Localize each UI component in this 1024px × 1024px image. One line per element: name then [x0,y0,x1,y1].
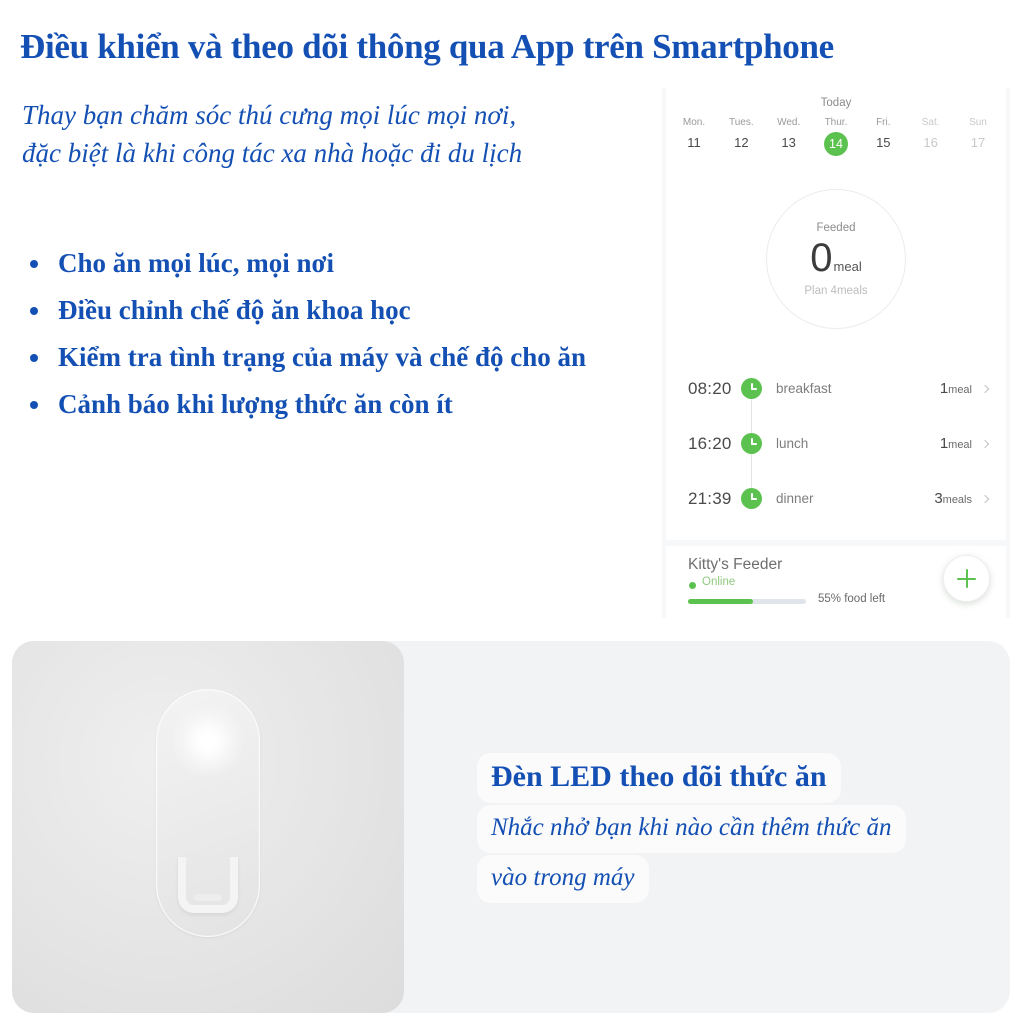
day-number: 12 [734,135,749,150]
food-level-track [688,599,806,604]
schedule-row-dinner[interactable]: 21:39 dinner 3meals [666,471,1006,526]
page-title: Điều khiển và theo dõi thông qua App trê… [20,27,834,66]
clock-icon [741,488,762,509]
schedule-name: dinner [776,491,814,506]
app-screenshot: Today Mon. 11 Tues. 12 Wed. 13 Thur. 14 [662,88,1010,618]
day-name: Tues. [729,117,754,128]
schedule-amount-number: 3 [934,490,943,507]
list-item: Kiểm tra tình trạng của máy và chế độ ch… [22,334,632,381]
schedule-amount: 3meals [934,490,972,507]
list-item: Cảnh báo khi lượng thức ăn còn ít [22,381,632,428]
page-subtitle: Thay bạn chăm sóc thú cưng mọi lúc mọi n… [22,96,642,172]
device-name: Kitty's Feeder [688,556,783,573]
clock-icon [741,433,762,454]
schedule-amount: 1meal [940,380,972,397]
led-subtitle-1: Nhắc nhở bạn khi nào cần thêm thức ăn [477,805,906,853]
calendar-day-fri[interactable]: Fri. 15 [863,116,903,156]
led-subtitle-line-1: Nhắc nhở bạn khi nào cần thêm thức ăn [477,805,997,853]
week-calendar[interactable]: Mon. 11 Tues. 12 Wed. 13 Thur. 14 Fri. 1… [674,116,998,156]
led-light-icon [171,704,245,778]
chevron-right-icon[interactable] [980,494,990,503]
calendar-day-wed[interactable]: Wed. 13 [769,116,809,156]
clock-icon [741,378,762,399]
calendar-day-sat[interactable]: Sat. 16 [911,116,951,156]
schedule-amount-unit: meal [948,384,972,396]
schedule-time: 21:39 [688,488,732,508]
feeded-count: 0 [810,235,833,280]
schedule-amount: 1meal [940,435,972,452]
led-subtitle-line-2: vào trong máy [477,855,997,903]
schedule-amount-number: 1 [939,435,949,452]
schedule-amount-number: 1 [939,380,949,397]
day-name: Thur. [824,117,848,128]
feeded-unit: meal [833,258,862,274]
led-title: Đèn LED theo dõi thức ăn [477,753,841,803]
day-name: Sun [969,117,987,128]
product-photo [12,641,404,1013]
calendar-day-sun[interactable]: Sun 17 [958,116,998,156]
food-level-fill [688,599,753,604]
schedule-row-lunch[interactable]: 16:20 lunch 1meal [666,416,1006,471]
led-subtitle-2: vào trong máy [477,855,649,903]
day-number: 13 [781,135,796,150]
day-name: Mon. [682,117,706,128]
device-card[interactable]: Kitty's Feeder Online 55% food left [666,546,1006,618]
led-panel-oval [156,689,260,937]
feeded-plan: Plan 4meals [804,284,868,297]
list-item: Điều chỉnh chế độ ăn khoa học [22,287,632,334]
calendar-day-tues[interactable]: Tues. 12 [721,116,761,156]
chevron-right-icon[interactable] [980,439,990,448]
day-name: Sat. [921,117,940,128]
schedule-amount-unit: meal [948,439,972,451]
schedule-card: Today Mon. 11 Tues. 12 Wed. 13 Thur. 14 [666,88,1006,540]
schedule-time: 08:20 [688,378,732,398]
list-item: Cho ăn mọi lúc, mọi nơi [22,240,632,287]
feeded-label: Feeded [816,221,856,234]
today-label: Today [820,97,852,109]
subtitle-line-2: đặc biệt là khi công tác xa nhà hoặc đi … [22,138,523,168]
subtitle-line-1: Thay bạn chăm sóc thú cưng mọi lúc mọi n… [22,100,517,130]
led-text-block: Đèn LED theo dõi thức ăn Nhắc nhở bạn kh… [477,753,997,905]
led-section: Đèn LED theo dõi thức ăn Nhắc nhở bạn kh… [12,641,1010,1013]
add-device-button[interactable] [943,555,990,602]
day-number-selected: 14 [823,132,848,156]
feeder-status: Kitty's Feeder Online 55% food left [666,546,1006,618]
day-number: 17 [970,135,986,150]
schedule-name: lunch [776,436,809,451]
calendar-day-thur-selected[interactable]: Thur. 14 [816,116,856,156]
day-number: 16 [923,135,938,150]
day-name: Fri. [876,117,891,128]
feeded-dial: Feeded 0 meal Plan 4meals [766,189,906,329]
schedule-time: 16:20 [688,433,732,453]
schedule-row-breakfast[interactable]: 08:20 breakfast 1meal [666,361,1006,416]
day-number: 11 [687,135,701,150]
day-number: 15 [876,135,891,150]
led-title-line: Đèn LED theo dõi thức ăn [477,753,997,803]
hook-shape [178,857,238,913]
schedule-amount-unit: meals [942,494,972,506]
feeded-value: 0 meal [810,238,861,278]
device-status: Online [702,576,736,588]
calendar-day-mon[interactable]: Mon. 11 [674,116,714,156]
schedule-list: 08:20 breakfast 1meal 16:20 lunch 1meal … [666,361,1006,526]
food-left-label: 55% food left [818,593,886,605]
chevron-right-icon[interactable] [980,384,990,393]
feature-list: Cho ăn mọi lúc, mọi nơi Điều chỉnh chế đ… [22,240,632,428]
day-name: Wed. [777,117,801,128]
online-dot-icon [689,582,696,589]
page-root: Điều khiển và theo dõi thông qua App trê… [0,0,1024,1024]
schedule-name: breakfast [776,381,832,396]
